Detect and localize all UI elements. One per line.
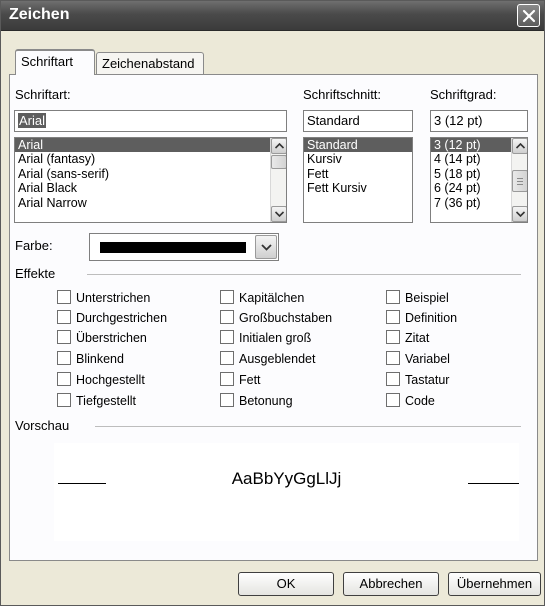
size-label: Schriftgrad: — [430, 87, 497, 102]
checkbox-code[interactable] — [386, 393, 400, 407]
preview-divider — [95, 426, 521, 427]
chevron-down-icon — [516, 211, 525, 217]
checkbox-tastatur[interactable] — [386, 372, 400, 386]
tab-schriftart[interactable]: Schriftart — [15, 49, 95, 75]
font-list-item[interactable]: Arial Black — [15, 181, 286, 195]
apply-button[interactable]: Übernehmen — [448, 572, 541, 596]
title-bar[interactable]: Zeichen — [1, 1, 544, 31]
checkbox-label: Tiefgestellt — [76, 394, 136, 408]
close-button[interactable] — [517, 4, 540, 27]
scroll-up-button[interactable] — [271, 138, 286, 154]
chevron-up-icon — [516, 143, 525, 149]
size-input[interactable]: 3 (12 pt) — [430, 110, 528, 132]
font-list-item[interactable]: Arial (sans-serif) — [15, 167, 286, 181]
character-dialog: Zeichen Schriftart Zeichenabstand Schrif… — [0, 0, 545, 606]
chevron-up-icon — [275, 143, 284, 149]
checkbox-zitat[interactable] — [386, 330, 400, 344]
checkbox-hochgestellt[interactable] — [57, 372, 71, 386]
preview-box: AaBbYyGgLlJj — [54, 443, 519, 541]
checkbox-label: Großbuchstaben — [239, 311, 333, 325]
style-label: Schriftschnitt: — [303, 87, 382, 102]
checkbox-definition[interactable] — [386, 310, 400, 324]
chevron-down-icon — [275, 211, 284, 217]
size-list-item[interactable]: 3 (12 pt) — [431, 138, 511, 153]
checkbox-beispiel[interactable] — [386, 290, 400, 304]
checkbox-label: Fett — [239, 373, 261, 387]
checkbox-label: Kapitälchen — [239, 291, 305, 305]
checkbox-label: Hochgestellt — [76, 373, 145, 387]
font-list-item[interactable]: Arial Narrow — [15, 196, 286, 210]
style-list-item[interactable]: Kursiv — [304, 152, 412, 166]
checkbox-kapitaelchen[interactable] — [220, 290, 234, 304]
checkbox-ausgeblendet[interactable] — [220, 351, 234, 365]
checkbox-label: Code — [405, 394, 435, 408]
font-list[interactable]: Arial Arial (fantasy) Arial (sans-serif)… — [14, 137, 287, 223]
ok-button[interactable]: OK — [238, 572, 334, 596]
scroll-thumb[interactable] — [271, 155, 286, 169]
checkbox-label: Ausgeblendet — [239, 352, 316, 366]
size-list[interactable]: 3 (12 pt) 4 (14 pt) 5 (18 pt) 6 (24 pt) … — [430, 137, 528, 223]
preview-label: Vorschau — [15, 418, 70, 433]
checkbox-grossbuchstaben[interactable] — [220, 310, 234, 324]
preview-baseline-left — [58, 483, 106, 484]
checkbox-label: Beispiel — [405, 291, 449, 305]
font-input-value: Arial — [18, 113, 47, 128]
checkbox-label: Überstrichen — [76, 331, 147, 345]
effects-label: Effekte — [15, 266, 56, 281]
checkbox-ueberstrichen[interactable] — [57, 330, 71, 344]
scroll-thumb[interactable] — [512, 170, 527, 192]
checkbox-label: Tastatur — [405, 373, 450, 387]
checkbox-label: Definition — [405, 311, 458, 325]
color-dropdown[interactable] — [89, 233, 279, 261]
checkbox-blinkend[interactable] — [57, 351, 71, 365]
color-dropdown-button[interactable] — [255, 235, 277, 259]
checkbox-variabel[interactable] — [386, 351, 400, 365]
close-icon — [522, 9, 536, 23]
style-input[interactable]: Standard — [303, 110, 413, 132]
checkbox-label: Zitat — [405, 331, 430, 345]
font-list-scrollbar[interactable] — [270, 138, 286, 222]
checkbox-initialen-gross[interactable] — [220, 330, 234, 344]
cancel-button[interactable]: Abbrechen — [343, 572, 439, 596]
font-input[interactable]: Arial — [14, 110, 287, 132]
style-list-item[interactable]: Fett — [304, 167, 412, 181]
checkbox-label: Betonung — [239, 394, 293, 408]
checkbox-label: Blinkend — [76, 352, 124, 366]
style-list[interactable]: Standard Kursiv Fett Fett Kursiv — [303, 137, 413, 223]
font-label: Schriftart: — [15, 87, 71, 102]
checkbox-fett[interactable] — [220, 372, 234, 386]
font-list-item[interactable]: Arial — [15, 138, 286, 153]
scroll-down-button[interactable] — [271, 206, 286, 222]
style-list-item[interactable]: Standard — [304, 138, 412, 153]
checkbox-label: Durchgestrichen — [76, 311, 168, 325]
scroll-up-button[interactable] — [512, 138, 527, 154]
preview-text: AaBbYyGgLlJj — [231, 469, 342, 488]
style-list-item[interactable]: Fett Kursiv — [304, 181, 412, 195]
checkbox-betonung[interactable] — [220, 393, 234, 407]
size-list-scrollbar[interactable] — [511, 138, 527, 222]
checkbox-unterstrichen[interactable] — [57, 290, 71, 304]
font-list-item[interactable]: Arial (fantasy) — [15, 152, 286, 166]
effects-divider — [87, 274, 521, 275]
tab-zeichenabstand[interactable]: Zeichenabstand — [96, 52, 204, 75]
color-swatch — [100, 242, 246, 253]
checkbox-durchgestrichen[interactable] — [57, 310, 71, 324]
checkbox-label: Unterstrichen — [76, 291, 151, 305]
checkbox-label: Initialen groß — [239, 331, 312, 345]
checkbox-label: Variabel — [405, 352, 450, 366]
preview-baseline-right — [468, 483, 519, 484]
scroll-down-button[interactable] — [512, 206, 527, 222]
chevron-down-icon — [261, 244, 272, 251]
checkbox-tiefgestellt[interactable] — [57, 393, 71, 407]
window-title: Zeichen — [9, 6, 70, 23]
color-label: Farbe: — [15, 238, 53, 253]
